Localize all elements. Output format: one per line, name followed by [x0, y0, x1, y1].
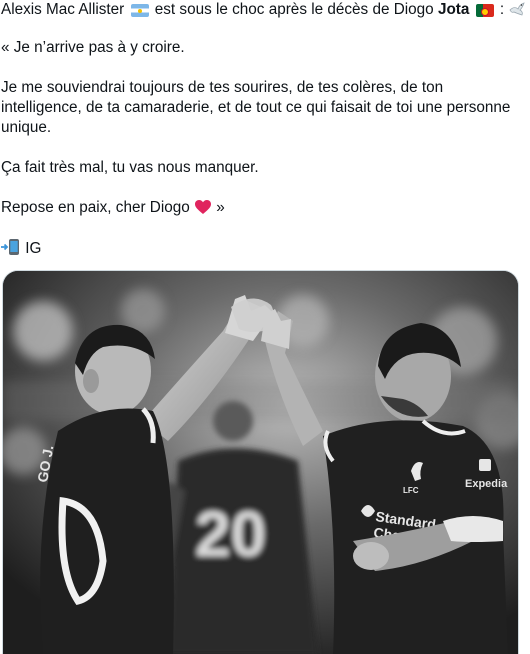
paragraph-4-end: » [216, 199, 225, 216]
dove-icon [509, 2, 526, 16]
jersey-number: 20 [195, 498, 266, 570]
tweet-headline: Alexis Mac Allister est sous le choc apr… [1, 0, 526, 20]
headline-part-2: est sous le choc après le décès de Diogo [154, 1, 434, 18]
sponsor-badge-icon [479, 459, 491, 471]
paragraph-4: Repose en paix, cher Diogo » [1, 198, 225, 218]
tweet-photo[interactable]: 20 GO J. LFC Standard Expedia [2, 270, 519, 654]
tweet: Alexis Mac Allister est sous le choc apr… [0, 0, 530, 654]
paragraph-3: Ça fait très mal, tu vas nous manquer. [1, 159, 259, 176]
argentina-flag-icon [130, 4, 149, 17]
sleeve-sponsor: Expedia [465, 478, 508, 490]
source-label: IG [25, 240, 42, 257]
paragraph-4-text: Repose en paix, cher Diogo [1, 199, 190, 216]
players-photo: 20 GO J. LFC Standard Expedia [3, 271, 518, 654]
headline-bold-name: Jota [437, 1, 470, 18]
headline-colon: : [499, 1, 505, 18]
paragraph-2-line-1: Je me souviendrai toujours de tes sourir… [1, 79, 444, 96]
mobile-phone-arrow-icon [1, 239, 19, 255]
svg-text:LFC: LFC [403, 486, 419, 495]
portugal-flag-icon [475, 4, 494, 17]
paragraph-2-line-3: unique. [1, 119, 52, 136]
paragraph-2-line-2: intelligence, de ta camaraderie, et de t… [1, 99, 511, 116]
headline-part-1: Alexis Mac Allister [1, 1, 125, 18]
source-line: IG [1, 238, 41, 259]
red-heart-icon [195, 200, 212, 214]
paragraph-1: « Je n’arrive pas à y croire. [1, 39, 185, 56]
